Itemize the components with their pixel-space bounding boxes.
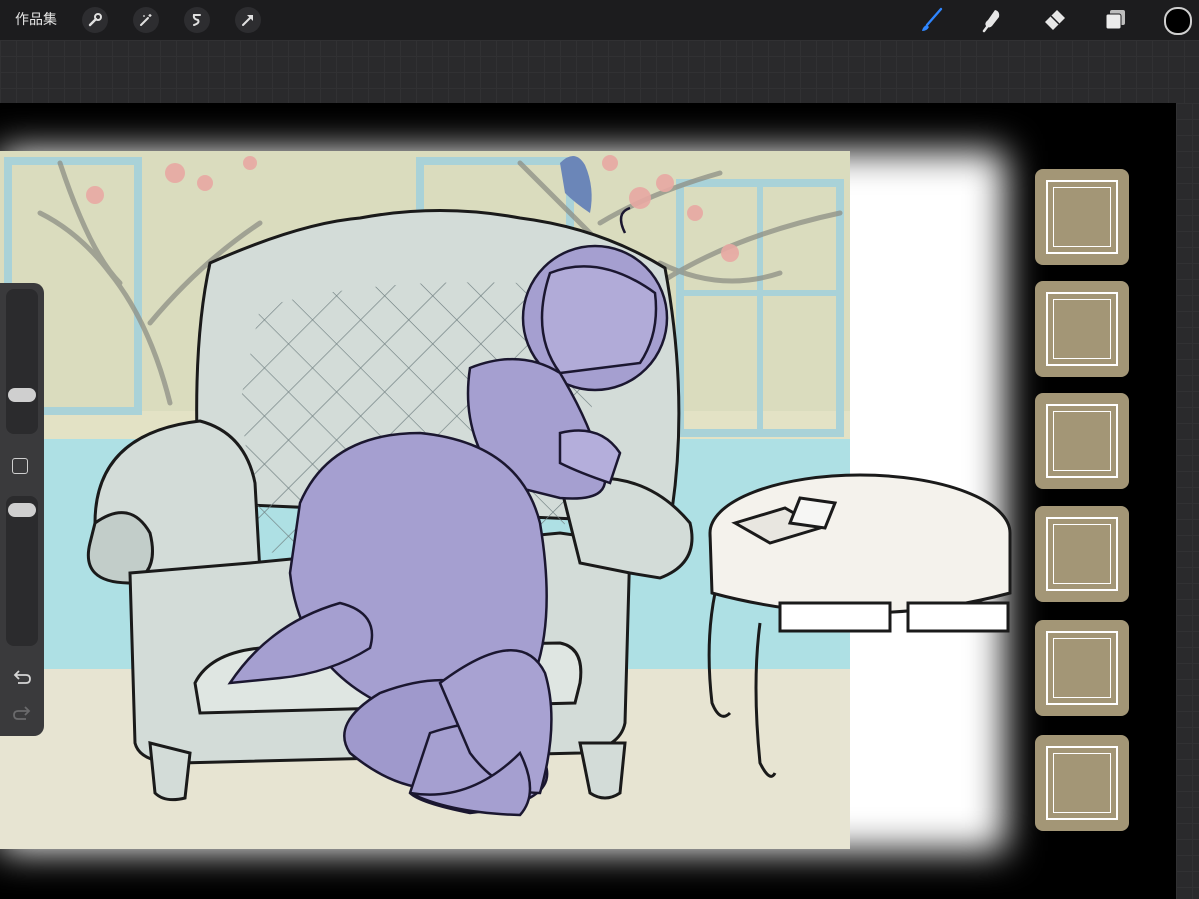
gallery-button[interactable]: 作品集 (15, 10, 57, 30)
square-icon[interactable] (12, 458, 28, 474)
drawing-canvas[interactable] (0, 103, 1176, 899)
selection-s-icon[interactable] (184, 7, 210, 33)
reference-tile[interactable] (1035, 735, 1129, 831)
reference-tile[interactable] (1035, 281, 1129, 377)
brush-size-thumb[interactable] (8, 388, 36, 402)
redo-icon[interactable] (12, 704, 32, 724)
transform-arrow-icon[interactable] (235, 7, 261, 33)
opacity-slider[interactable] (6, 496, 38, 646)
smudge-icon[interactable] (979, 6, 1007, 34)
opacity-thumb[interactable] (8, 503, 36, 517)
brush-size-slider[interactable] (6, 289, 38, 434)
wrench-icon[interactable] (82, 7, 108, 33)
artwork (0, 151, 1012, 851)
eraser-icon[interactable] (1040, 6, 1068, 34)
brush-icon[interactable] (918, 6, 946, 34)
reference-tile[interactable] (1035, 620, 1129, 716)
workspace-background-right (1176, 103, 1199, 899)
layers-icon[interactable] (1101, 6, 1129, 34)
magic-wand-icon[interactable] (133, 7, 159, 33)
reference-tile[interactable] (1035, 393, 1129, 489)
color-picker-swatch[interactable] (1164, 7, 1192, 35)
top-toolbar: 作品集 (0, 0, 1199, 40)
workspace-background (0, 40, 1199, 103)
reference-tile[interactable] (1035, 506, 1129, 602)
reference-tile[interactable] (1035, 169, 1129, 265)
side-panel (0, 283, 44, 736)
undo-icon[interactable] (12, 668, 32, 688)
